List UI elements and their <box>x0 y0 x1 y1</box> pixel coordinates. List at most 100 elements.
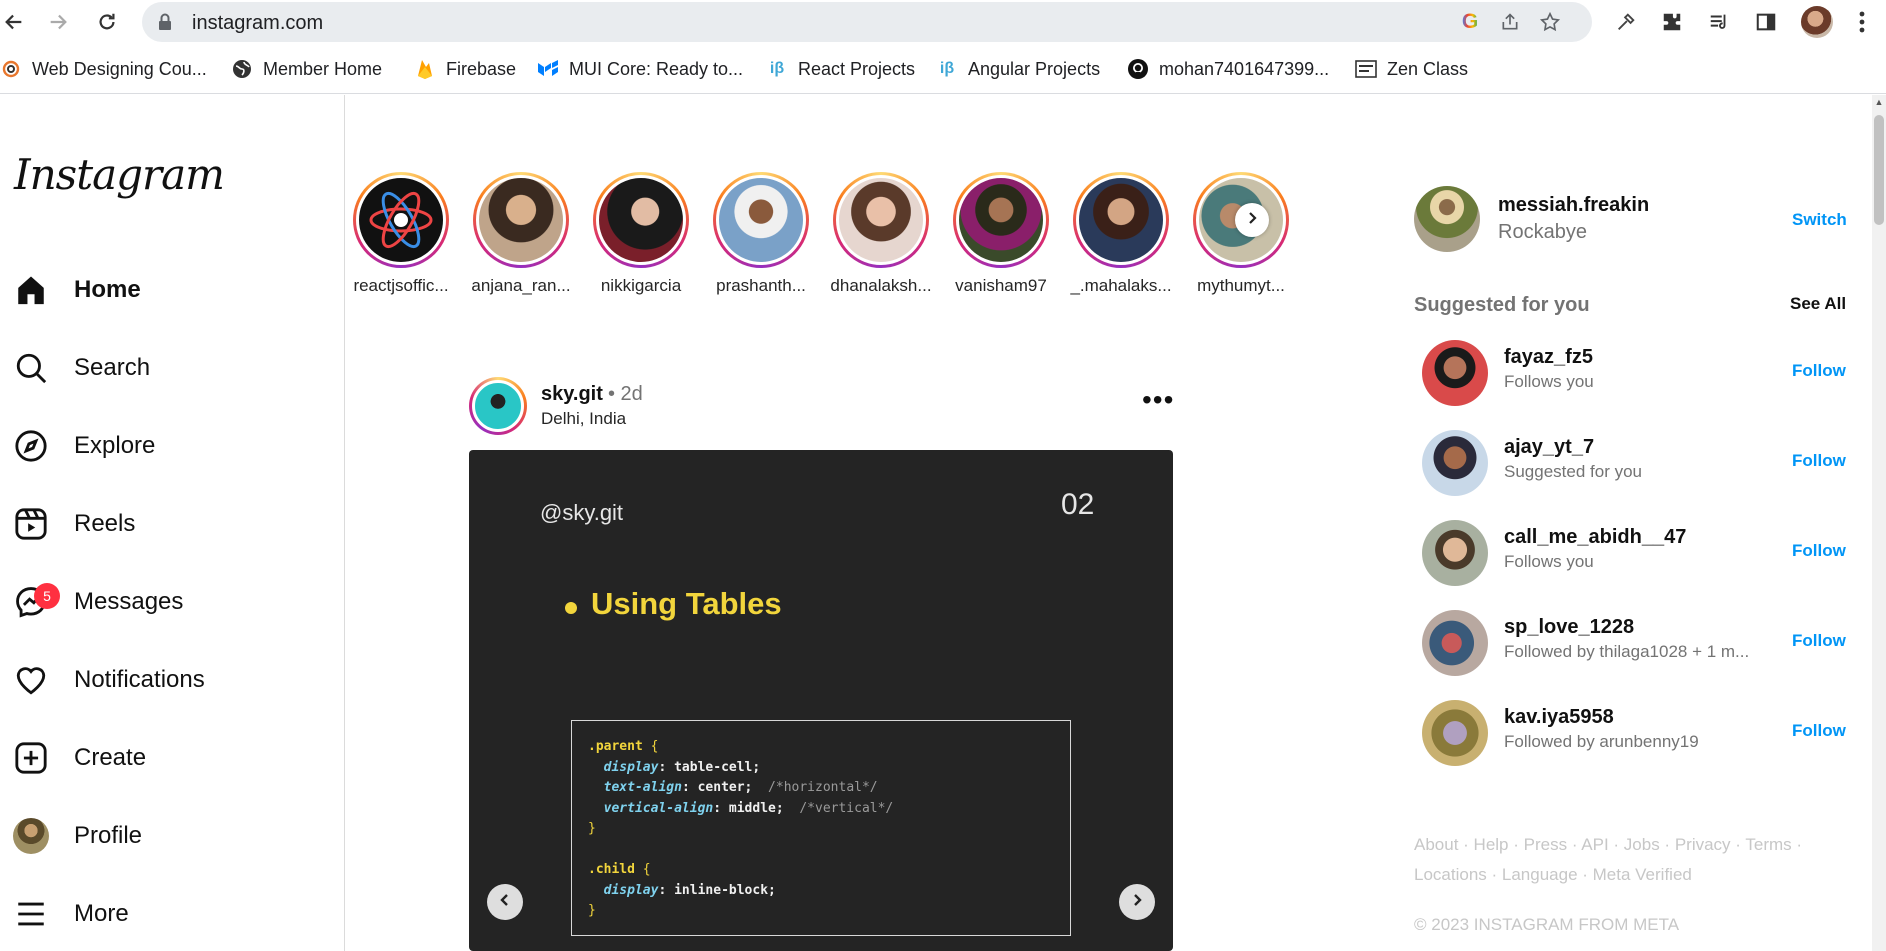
bookmark-angular-projects[interactable]: iβ Angular Projects <box>936 57 1100 81</box>
footer-link[interactable]: Terms <box>1745 835 1791 854</box>
avatar[interactable] <box>1422 430 1488 496</box>
avatar[interactable] <box>1422 700 1488 766</box>
nav-reels[interactable]: Reels <box>12 499 332 549</box>
footer-link[interactable]: Help <box>1474 835 1509 854</box>
bookmark-mui-core[interactable]: MUI Core: Ready to... <box>537 57 743 81</box>
story-ring <box>353 172 449 268</box>
nav-create[interactable]: Create <box>12 733 332 783</box>
lock-icon[interactable] <box>156 12 176 32</box>
instagram-page: Instagram Home Search Explore Reels 5 Me… <box>0 95 1886 951</box>
nav-notifications[interactable]: Notifications <box>12 655 332 705</box>
story-item[interactable]: vanisham97 <box>945 172 1057 302</box>
story-avatar <box>476 175 566 265</box>
bookmark-react-projects[interactable]: iβ React Projects <box>766 57 915 81</box>
suggestion-username[interactable]: fayaz_fz5 <box>1504 346 1593 369</box>
footer-link[interactable]: About <box>1414 835 1458 854</box>
side-panel-icon[interactable] <box>1752 8 1780 36</box>
address-bar[interactable]: instagram.com G <box>142 2 1592 42</box>
suggestion-username[interactable]: kav.iya5958 <box>1504 706 1614 729</box>
footer-link[interactable]: Meta Verified <box>1593 865 1692 884</box>
post-time: • 2d <box>608 383 643 405</box>
nav-explore[interactable]: Explore <box>12 421 332 471</box>
story-item[interactable]: _.mahalaks... <box>1065 172 1177 302</box>
see-all-link[interactable]: See All <box>1790 294 1846 314</box>
suggested-title: Suggested for you <box>1414 294 1590 316</box>
avatar[interactable] <box>1422 340 1488 406</box>
current-username[interactable]: messiah.freakin <box>1498 194 1649 217</box>
story-item[interactable]: dhanalaksh... <box>825 172 937 302</box>
scroll-up-arrow-icon[interactable]: ▲ <box>1874 97 1884 107</box>
story-item[interactable]: reactjsoffic... <box>345 172 457 302</box>
github-icon <box>1127 58 1149 80</box>
forward-arrow-icon[interactable] <box>44 8 72 36</box>
bookmark-web-designing[interactable]: Web Designing Cou... <box>0 57 207 81</box>
search-icon <box>12 349 50 387</box>
avatar[interactable] <box>1422 520 1488 586</box>
bookmark-member-home[interactable]: Member Home <box>231 57 382 81</box>
suggestion-username[interactable]: call_me_abidh__47 <box>1504 526 1686 549</box>
carousel-prev-button[interactable] <box>487 884 523 920</box>
story-avatar <box>956 175 1046 265</box>
suggestion-row: fayaz_fz5 Follows you Follow <box>1414 340 1854 412</box>
footer-link[interactable]: Locations <box>1414 865 1487 884</box>
kebab-menu-icon[interactable] <box>1848 8 1876 36</box>
bookmark-github[interactable]: mohan7401647399... <box>1127 57 1329 81</box>
code-line: display: inline-block; <box>603 882 776 898</box>
back-arrow-icon[interactable] <box>0 8 28 36</box>
post-username[interactable]: sky.git <box>541 383 603 406</box>
instagram-logo[interactable]: Instagram <box>14 150 225 199</box>
bookmark-star-icon[interactable] <box>1538 10 1562 34</box>
nav-messages[interactable]: 5 Messages <box>12 577 332 627</box>
more-options-icon[interactable]: ••• <box>1142 386 1174 414</box>
follow-button[interactable]: Follow <box>1792 541 1846 561</box>
follow-button[interactable]: Follow <box>1792 631 1846 651</box>
nav-more[interactable]: More <box>12 889 332 939</box>
compass-icon <box>12 427 50 465</box>
bookmark-firebase[interactable]: Firebase <box>414 57 516 81</box>
switch-account-button[interactable]: Switch <box>1792 210 1847 230</box>
story-avatar <box>836 175 926 265</box>
nav-home[interactable]: Home <box>12 265 332 315</box>
footer-link[interactable]: Privacy <box>1675 835 1731 854</box>
stories-next-button[interactable] <box>1235 203 1269 237</box>
carousel-next-button[interactable] <box>1119 884 1155 920</box>
follow-button[interactable]: Follow <box>1792 361 1846 381</box>
page-scrollbar[interactable]: ▲ <box>1872 95 1886 951</box>
browser-profile-avatar[interactable] <box>1801 6 1833 38</box>
post-location[interactable]: Delhi, India <box>541 409 626 429</box>
eyedropper-icon[interactable] <box>1612 8 1640 36</box>
scrollbar-thumb[interactable] <box>1874 115 1884 225</box>
follow-button[interactable]: Follow <box>1792 451 1846 471</box>
story-item[interactable]: prashanth... <box>705 172 817 302</box>
menu-icon <box>12 895 50 933</box>
footer-link[interactable]: Language <box>1502 865 1578 884</box>
reload-icon[interactable] <box>93 8 121 36</box>
url-text[interactable]: instagram.com <box>192 12 323 35</box>
suggestion-username[interactable]: sp_love_1228 <box>1504 616 1634 639</box>
suggestion-row: sp_love_1228 Followed by thilaga1028 + 1… <box>1414 610 1854 682</box>
story-ring <box>713 172 809 268</box>
sidebar: Instagram Home Search Explore Reels 5 Me… <box>0 95 345 951</box>
post-author-avatar[interactable] <box>469 377 527 435</box>
story-ring <box>473 172 569 268</box>
footer-link[interactable]: Jobs <box>1624 835 1660 854</box>
footer-link[interactable]: API <box>1581 835 1608 854</box>
extensions-icon[interactable] <box>1658 8 1686 36</box>
current-user-avatar[interactable] <box>1414 186 1480 252</box>
code-line: } <box>588 903 596 918</box>
story-item[interactable]: anjana_ran... <box>465 172 577 302</box>
google-lens-icon[interactable]: G <box>1458 10 1482 34</box>
story-item[interactable]: nikkigarcia <box>585 172 697 302</box>
post-image[interactable]: @sky.git 02 Using Tables .parent { displ… <box>469 450 1173 951</box>
nav-search[interactable]: Search <box>12 343 332 393</box>
suggestion-username[interactable]: ajay_yt_7 <box>1504 436 1594 459</box>
follow-button[interactable]: Follow <box>1792 721 1846 741</box>
story-item[interactable]: mythumyt... <box>1185 172 1297 302</box>
suggestion-subtext: Follows you <box>1504 552 1594 571</box>
bookmark-zen-class[interactable]: Zen Class <box>1355 57 1468 81</box>
share-icon[interactable] <box>1498 10 1522 34</box>
avatar[interactable] <box>1422 610 1488 676</box>
footer-link[interactable]: Press <box>1524 835 1567 854</box>
media-queue-icon[interactable] <box>1705 8 1733 36</box>
nav-profile[interactable]: Profile <box>12 811 332 861</box>
